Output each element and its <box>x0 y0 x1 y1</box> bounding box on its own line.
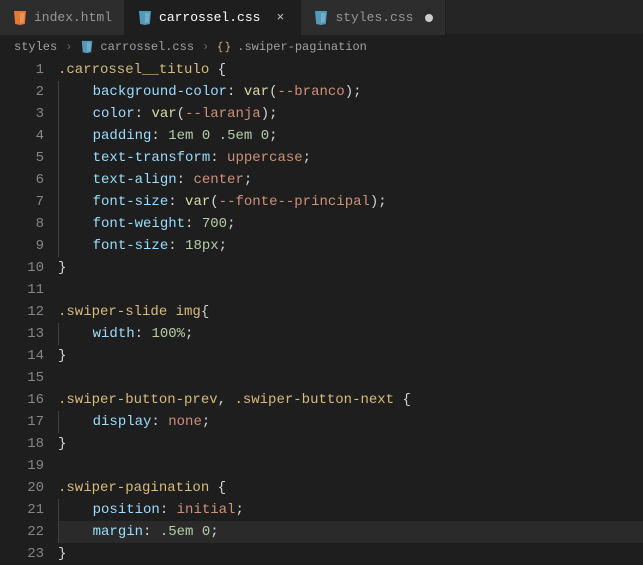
line-number: 3 <box>0 103 44 125</box>
breadcrumb-label: styles <box>14 40 57 54</box>
line-number: 11 <box>0 279 44 301</box>
line-number: 6 <box>0 169 44 191</box>
code-line[interactable]: font-size: var(--fonte--principal); <box>58 191 643 213</box>
breadcrumb-item[interactable]: styles <box>14 40 57 54</box>
code-line[interactable]: padding: 1em 0 .5em 0; <box>58 125 643 147</box>
dirty-indicator-icon <box>425 14 433 22</box>
chevron-right-icon: › <box>65 40 72 54</box>
code-line[interactable]: font-size: 18px; <box>58 235 643 257</box>
code-editor[interactable]: 1234567891011121314151617181920212223 .c… <box>0 59 643 565</box>
code-line[interactable]: .swiper-pagination { <box>58 477 643 499</box>
breadcrumb-item[interactable]: carrossel.css <box>80 40 194 54</box>
line-number: 13 <box>0 323 44 345</box>
chevron-right-icon: › <box>202 40 209 54</box>
line-number: 19 <box>0 455 44 477</box>
tab-label: styles.css <box>335 10 413 25</box>
line-number: 20 <box>0 477 44 499</box>
html-file-icon <box>12 10 28 26</box>
code-line[interactable]: text-transform: uppercase; <box>58 147 643 169</box>
css-file-icon <box>313 10 329 26</box>
code-line[interactable]: width: 100%; <box>58 323 643 345</box>
code-line[interactable]: color: var(--laranja); <box>58 103 643 125</box>
editor-tabs: index.html carrossel.css × styles.css <box>0 0 643 35</box>
code-line[interactable] <box>58 367 643 389</box>
line-number: 4 <box>0 125 44 147</box>
line-number: 21 <box>0 499 44 521</box>
line-number: 17 <box>0 411 44 433</box>
code-line[interactable]: position: initial; <box>58 499 643 521</box>
code-line[interactable]: .carrossel__titulo { <box>58 59 643 81</box>
css-file-icon <box>137 10 153 26</box>
code-line[interactable] <box>58 455 643 477</box>
code-line[interactable]: .swiper-button-prev, .swiper-button-next… <box>58 389 643 411</box>
tab-carrossel-css[interactable]: carrossel.css × <box>125 0 301 35</box>
code-line[interactable]: background-color: var(--branco); <box>58 81 643 103</box>
code-line[interactable]: } <box>58 543 643 565</box>
line-number: 10 <box>0 257 44 279</box>
code-line[interactable]: } <box>58 345 643 367</box>
line-number: 8 <box>0 213 44 235</box>
code-line[interactable]: font-weight: 700; <box>58 213 643 235</box>
line-number: 12 <box>0 301 44 323</box>
code-line[interactable] <box>58 279 643 301</box>
code-area[interactable]: .carrossel__titulo { background-color: v… <box>58 59 643 565</box>
css-file-icon <box>80 40 94 54</box>
tab-styles-css[interactable]: styles.css <box>301 0 446 35</box>
line-number: 18 <box>0 433 44 455</box>
line-number: 5 <box>0 147 44 169</box>
tab-index-html[interactable]: index.html <box>0 0 125 35</box>
code-line[interactable]: text-align: center; <box>58 169 643 191</box>
breadcrumb-label: carrossel.css <box>100 40 194 54</box>
code-line[interactable]: } <box>58 433 643 455</box>
tab-label: carrossel.css <box>159 10 260 25</box>
breadcrumb-item[interactable]: .swiper-pagination <box>217 40 367 54</box>
line-number: 9 <box>0 235 44 257</box>
line-number: 1 <box>0 59 44 81</box>
code-line[interactable]: } <box>58 257 643 279</box>
code-line[interactable]: .swiper-slide img{ <box>58 301 643 323</box>
line-number: 7 <box>0 191 44 213</box>
symbol-class-icon <box>217 40 231 54</box>
line-number: 15 <box>0 367 44 389</box>
line-number: 2 <box>0 81 44 103</box>
line-number-gutter: 1234567891011121314151617181920212223 <box>0 59 58 565</box>
line-number: 23 <box>0 543 44 565</box>
breadcrumb-label: .swiper-pagination <box>237 40 367 54</box>
breadcrumb: styles › carrossel.css › .swiper-pagination <box>0 35 643 59</box>
line-number: 14 <box>0 345 44 367</box>
tab-label: index.html <box>34 10 112 25</box>
code-line[interactable]: display: none; <box>58 411 643 433</box>
close-icon[interactable]: × <box>272 10 288 25</box>
line-number: 16 <box>0 389 44 411</box>
